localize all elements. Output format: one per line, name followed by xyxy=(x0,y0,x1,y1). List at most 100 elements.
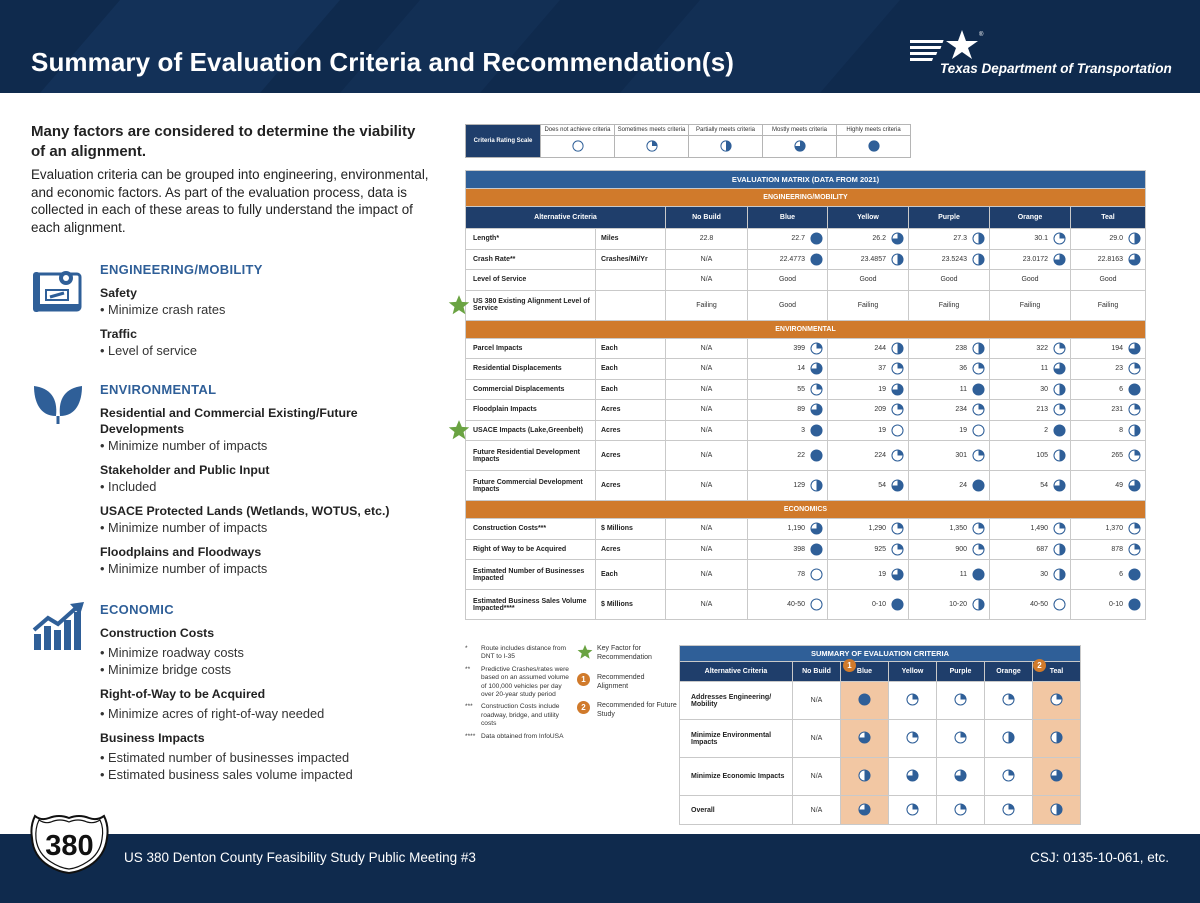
row-value-cell: 24 xyxy=(908,470,990,501)
row-value: 925 xyxy=(874,545,886,553)
economic-section: ECONOMIC Construction Costs • Minimize r… xyxy=(100,602,430,791)
value-with-rating: 6 xyxy=(1071,383,1145,396)
row-value-cell: 224 xyxy=(827,440,909,471)
rating-harvey-ball-icon xyxy=(972,403,985,416)
row-criterion: Crash Rate** xyxy=(465,248,596,270)
rating-harvey-ball-icon xyxy=(1053,449,1066,462)
floodplains-bullet: • Minimize number of impacts xyxy=(100,561,268,576)
row-criterion: Future Commercial Development Impacts xyxy=(465,470,596,501)
summary-criterion: Minimize Environmental Impacts xyxy=(679,719,793,758)
rating-harvey-ball-icon xyxy=(1128,449,1141,462)
developments-bullet: • Minimize number of impacts xyxy=(100,438,268,453)
shield-number: 380 xyxy=(45,830,93,862)
row-value: 234 xyxy=(955,406,967,414)
row-no-build: N/A xyxy=(665,419,748,441)
row-value: 54 xyxy=(878,482,886,489)
summary-rating-cell xyxy=(888,757,937,796)
value-with-rating: 23 xyxy=(1071,362,1145,375)
row-unit: Each xyxy=(595,559,666,590)
row-value: 231 xyxy=(1111,406,1123,414)
row-value-cell: 49 xyxy=(1070,470,1146,501)
scale-symbol xyxy=(614,135,689,158)
row-value-cell: 30.1 xyxy=(989,228,1071,250)
rating-harvey-ball-icon xyxy=(810,598,823,611)
row-value: 22.7 xyxy=(791,235,805,243)
rating-harvey-ball-icon xyxy=(1053,568,1066,581)
table-row: USACE Impacts (Lake,Greenbelt) Acres N/A 3 1… xyxy=(465,419,1146,441)
txdot-logo: ® Texas Department of Transportation xyxy=(905,28,1175,83)
row-value: 194 xyxy=(1111,344,1123,352)
row-value-cell: 301 xyxy=(908,440,990,471)
rating-harvey-ball-icon xyxy=(810,424,823,437)
legend-future-study-label: Recommended for Future Study xyxy=(597,702,677,718)
value-with-rating: 19 xyxy=(828,568,908,581)
recommended-badge-icon: 1 xyxy=(843,659,856,672)
row-value-cell: 27.3 xyxy=(908,228,990,250)
stakeholder-bullet: • Included xyxy=(100,479,157,494)
key-factor-star-icon xyxy=(577,644,593,659)
row-value-cell: 23.5243 xyxy=(908,248,990,270)
row-no-build: 22.8 xyxy=(665,228,748,250)
row-value-cell: 37 xyxy=(827,358,909,380)
row-value-cell: Good xyxy=(989,269,1071,291)
row-value: 22.8163 xyxy=(1097,255,1123,263)
row-value: 11 xyxy=(959,385,967,393)
construction-bullet-2: • Minimize bridge costs xyxy=(100,662,232,677)
row-no-build: N/A xyxy=(665,248,748,270)
environmental-section: ENVIRONMENTAL Residential and Commercial… xyxy=(100,382,430,585)
economic-title: ECONOMIC xyxy=(100,602,174,617)
construction-heading: Construction Costs xyxy=(100,626,215,640)
value-with-rating: 19 xyxy=(828,383,908,396)
value-with-rating: 22.8163 xyxy=(1071,253,1145,266)
traffic-bullet: • Level of service xyxy=(100,343,197,358)
rating-harvey-ball-icon xyxy=(891,568,904,581)
rating-harvey-ball-icon xyxy=(891,598,904,611)
row-value: 399 xyxy=(793,344,805,352)
scale-caption: Partially meets criteria xyxy=(688,123,763,137)
row-value-cell: 2 xyxy=(989,419,1071,441)
row-criterion: Floodplain Impacts xyxy=(465,399,596,421)
row-value-cell: Good xyxy=(908,269,990,291)
footnotes: * Route includes distance from DNT to I-3… xyxy=(465,645,575,741)
summary-table: SUMMARY OF EVALUATION CRITERIA Alternativ… xyxy=(678,645,1082,825)
footnote-mark: ** xyxy=(465,665,471,673)
value-with-rating: 19 xyxy=(909,424,989,437)
matrix-header-teal: Teal xyxy=(1070,206,1146,229)
value-with-rating: 11 xyxy=(909,568,989,581)
rating-harvey-ball-icon xyxy=(891,424,904,437)
row-value-cell: 231 xyxy=(1070,399,1146,421)
summary-header-purple: Purple xyxy=(936,661,985,682)
value-with-rating: 2 xyxy=(990,424,1070,437)
row-value: 687 xyxy=(1036,545,1048,553)
legend-key-factor: Key Factor for Recommendation xyxy=(577,644,677,663)
engineering-title: ENGINEERING/MOBILITY xyxy=(100,262,263,277)
row-value-cell: Good xyxy=(747,269,828,291)
value-with-rating: 40-50 xyxy=(990,598,1070,611)
row-value: 11 xyxy=(1040,365,1048,373)
legend-future-study: 2 Recommended for Future Study xyxy=(577,701,677,719)
rating-harvey-ball-icon xyxy=(1050,802,1063,816)
summary-rating-cell xyxy=(984,681,1033,720)
summary-criterion: Overall xyxy=(679,795,793,825)
value-with-rating: 8 xyxy=(1071,424,1145,437)
table-row: Future Commercial Development Impacts Acr… xyxy=(465,470,1146,501)
value-with-rating: 0-10 xyxy=(1071,598,1145,611)
value-with-rating: 398 xyxy=(748,543,827,556)
rating-harvey-ball-icon xyxy=(810,383,823,396)
row-bullet: • Minimize acres of right-of-way needed xyxy=(100,706,325,721)
row-value: Good xyxy=(1099,276,1117,284)
row-value-cell: 55 xyxy=(747,378,828,400)
row-value-cell: 129 xyxy=(747,470,828,501)
row-value-cell: 194 xyxy=(1070,337,1146,359)
value-with-rating: 1,350 xyxy=(909,522,989,535)
value-with-rating: 14 xyxy=(748,362,827,375)
rating-harvey-ball-icon xyxy=(810,342,823,355)
footnote: *** Construction Costs include roadway, b… xyxy=(465,703,575,728)
value-with-rating: 194 xyxy=(1071,342,1145,355)
table-row: Parcel Impacts Each N/A 399 244 238 322 194 xyxy=(465,337,1146,359)
row-value-cell: 244 xyxy=(827,337,909,359)
row-criterion: Length* xyxy=(465,228,596,250)
engineering-blueprint-icon xyxy=(33,271,82,312)
value-with-rating: 26.2 xyxy=(828,232,908,245)
rating-harvey-ball-icon xyxy=(1128,424,1141,437)
